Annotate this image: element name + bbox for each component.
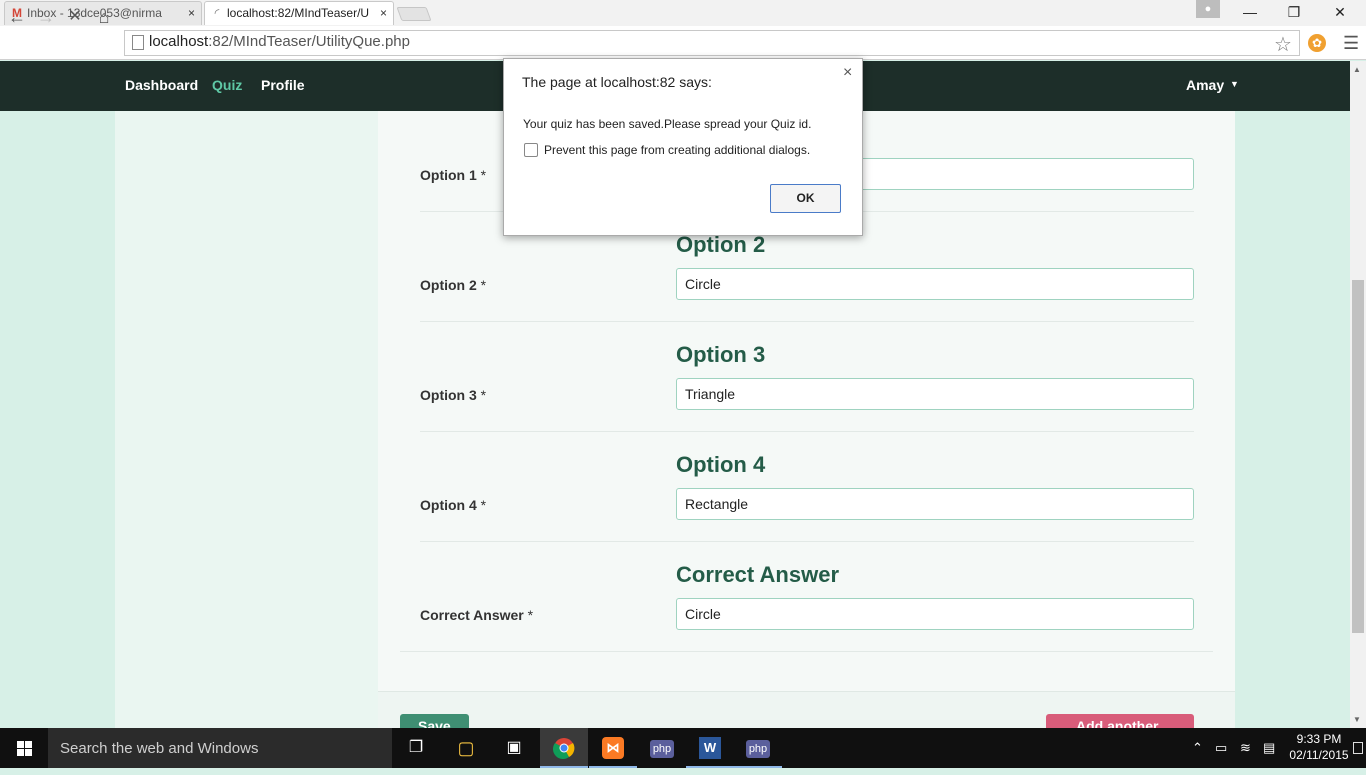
nav-profile[interactable]: Profile: [261, 77, 305, 93]
correct-answer-input[interactable]: Circle: [676, 598, 1194, 630]
task-view-icon[interactable]: ❐: [392, 728, 440, 768]
clock-date: 02/11/2015: [1289, 748, 1349, 762]
taskbar-search-placeholder[interactable]: Search the web and Windows: [60, 740, 258, 757]
dialog-message: Your quiz has been saved.Please spread y…: [523, 117, 812, 131]
address-url[interactable]: localhost:82/MIndTeaser/UtilityQue.php: [149, 33, 410, 50]
bookmark-star-icon[interactable]: ☆: [1274, 32, 1292, 57]
option-4-input[interactable]: Rectangle: [676, 488, 1194, 520]
minimize-button[interactable]: —: [1228, 2, 1272, 22]
xampp-icon[interactable]: ⋈: [589, 728, 637, 768]
prevent-dialogs-checkbox[interactable]: [524, 143, 538, 157]
option-3-input[interactable]: Triangle: [676, 378, 1194, 410]
chevron-down-icon[interactable]: ▼: [1230, 79, 1239, 89]
file-explorer-icon[interactable]: ▢: [442, 728, 490, 768]
tab-title: localhost:82/MIndTeaser/U: [227, 6, 370, 20]
notification-icon[interactable]: ▤: [1263, 740, 1275, 756]
action-center-icon[interactable]: [1353, 742, 1363, 754]
wifi-icon[interactable]: ≋: [1240, 740, 1251, 756]
option-4-heading: Option 4: [676, 452, 766, 477]
home-icon[interactable]: ⌂: [92, 5, 116, 29]
row-divider: [420, 321, 1194, 322]
php-icon[interactable]: php: [638, 728, 686, 768]
word-icon[interactable]: W: [686, 728, 734, 768]
scroll-down-icon[interactable]: ▼: [1353, 715, 1361, 724]
stop-loading-icon[interactable]: ✕: [63, 5, 87, 29]
option-3-heading: Option 3: [676, 342, 766, 367]
nav-quiz[interactable]: Quiz: [212, 77, 242, 93]
nav-dashboard[interactable]: Dashboard: [125, 77, 198, 93]
scroll-up-icon[interactable]: ▲: [1353, 65, 1361, 74]
taskbar-clock[interactable]: 9:33 PM 02/11/2015: [1288, 731, 1350, 763]
correct-answer-heading: Correct Answer: [676, 562, 840, 587]
form-end-divider: [400, 651, 1213, 652]
new-tab-button[interactable]: [396, 7, 432, 21]
page-icon: [132, 35, 144, 50]
option-3-label: Option 3 *: [420, 387, 487, 403]
extension-icon[interactable]: ✿: [1308, 34, 1326, 52]
option-2-input[interactable]: Circle: [676, 268, 1194, 300]
user-profile-icon[interactable]: ●: [1196, 0, 1220, 18]
prevent-dialogs-label[interactable]: Prevent this page from creating addition…: [544, 143, 810, 157]
chrome-icon[interactable]: [540, 728, 588, 768]
restore-button[interactable]: ❐: [1272, 2, 1316, 22]
ok-button[interactable]: OK: [770, 184, 841, 213]
store-icon[interactable]: ▣: [490, 728, 538, 768]
battery-icon[interactable]: ▭: [1215, 740, 1227, 756]
back-arrow-icon[interactable]: ←: [5, 5, 29, 29]
dialog-close-icon[interactable]: ×: [843, 64, 852, 82]
dialog-title: The page at localhost:82 says:: [522, 74, 712, 90]
tab-close-icon[interactable]: ×: [380, 2, 387, 25]
chevron-up-icon[interactable]: ⌃: [1192, 740, 1203, 756]
windows-logo-icon: [17, 741, 32, 756]
row-divider: [420, 541, 1194, 542]
user-menu[interactable]: Amay: [1186, 77, 1224, 93]
row-divider: [420, 431, 1194, 432]
tab-close-icon[interactable]: ×: [188, 2, 195, 25]
scrollbar-thumb[interactable]: [1352, 280, 1364, 633]
php-designer-icon[interactable]: php: [734, 728, 782, 768]
tab-localhost[interactable]: ◜ localhost:82/MIndTeaser/U ×: [204, 1, 394, 25]
option-1-label: Option 1 *: [420, 167, 487, 183]
forward-arrow-icon[interactable]: →: [34, 5, 58, 29]
correct-answer-label: Correct Answer *: [420, 607, 534, 623]
browser-menu-icon[interactable]: ☰: [1343, 33, 1359, 54]
loading-spinner-icon: ◜: [214, 6, 220, 20]
clock-time: 9:33 PM: [1296, 732, 1342, 746]
option-2-label: Option 2 *: [420, 277, 487, 293]
close-window-button[interactable]: ✕: [1318, 2, 1362, 22]
option-4-label: Option 4 *: [420, 497, 487, 513]
chrome-logo-icon: [553, 738, 575, 759]
